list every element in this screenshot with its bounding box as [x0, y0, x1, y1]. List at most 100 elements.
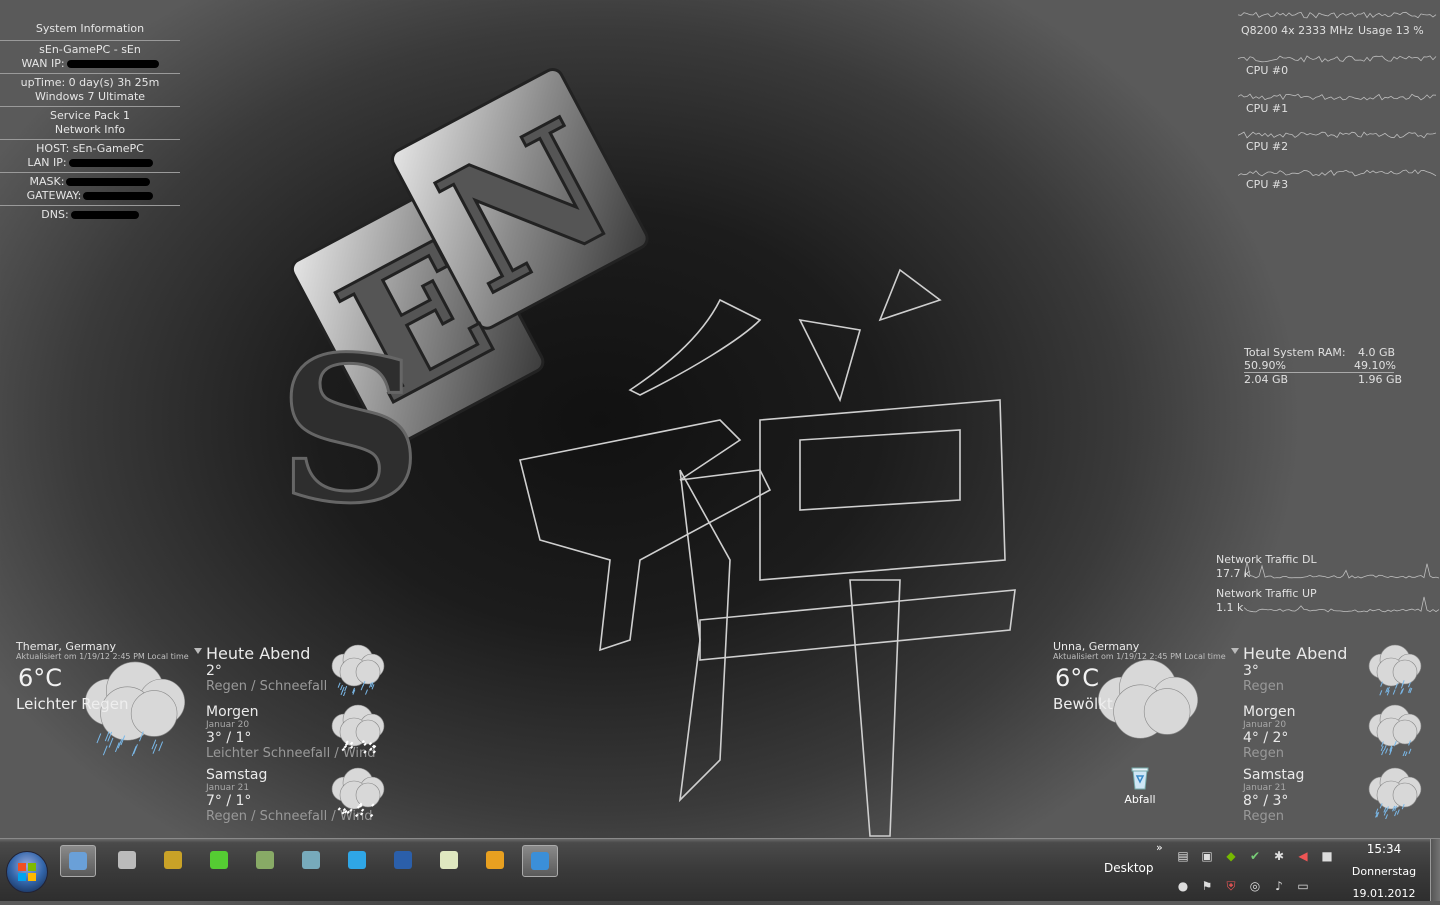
ram-pct-row: 50.90% 49.10%	[1244, 359, 1396, 373]
game-app-button[interactable]	[248, 845, 282, 875]
redacted-value	[83, 192, 154, 200]
sysinfo-title: System Information	[35, 22, 145, 35]
mediaplayer-app-button[interactable]	[478, 845, 512, 875]
ram-meter: Total System RAM: 4.0 GB 50.90% 49.10% 2…	[1244, 346, 1424, 386]
snow-cloud-icon	[331, 767, 385, 818]
lol-app-button[interactable]	[156, 845, 190, 875]
desktop-toolbar[interactable]: Desktop	[1104, 861, 1154, 875]
icq-app-button[interactable]	[202, 845, 236, 875]
divider	[0, 73, 180, 74]
shield-icon[interactable]: ⛨	[1224, 879, 1238, 893]
cloud-shape	[1368, 644, 1422, 687]
mask-label: MASK:	[29, 175, 65, 188]
precip-mark	[369, 747, 373, 751]
precip-mark	[344, 810, 348, 814]
cpu-core-label: CPU #3	[1246, 178, 1289, 191]
computer-name: sEn-GamePC - sEn	[39, 43, 141, 56]
recycle-bin[interactable]: Abfall	[1118, 766, 1162, 806]
cloud-shape	[331, 767, 385, 810]
cloud-shape	[331, 704, 385, 747]
redacted-value	[68, 159, 153, 167]
network-icon[interactable]: ▤	[1176, 849, 1190, 863]
forecast-saturday: Samstag Januar 21 7° / 1° Regen / Schnee…	[206, 767, 386, 824]
precip-mark	[1381, 749, 1385, 756]
precip-mark	[361, 740, 365, 744]
precip-mark	[369, 813, 374, 818]
precip-mark	[337, 682, 341, 688]
precip-mark	[340, 684, 343, 691]
precip-mark	[360, 808, 365, 812]
start-button[interactable]	[6, 851, 48, 893]
redacted-value	[66, 60, 159, 68]
forecast-tomorrow: Morgen Januar 20 3° / 1° Leichter Schnee…	[206, 704, 386, 761]
teamspeak-app-button[interactable]	[294, 845, 328, 875]
precip-mark	[1392, 689, 1396, 695]
weather-current-temp: 6°C	[18, 664, 63, 692]
divider	[0, 40, 180, 41]
precip-mark	[96, 733, 102, 744]
windows-logo-icon	[18, 863, 36, 881]
graph-line	[1238, 11, 1437, 19]
chevron-down-icon[interactable]	[1231, 648, 1239, 654]
ie-app-icon	[531, 852, 549, 870]
monitor-icon[interactable]: ▭	[1296, 879, 1310, 893]
tray-expand-icon[interactable]: »	[1156, 841, 1163, 854]
rain-cloud-icon	[1368, 704, 1422, 756]
svg-text:S: S	[278, 313, 422, 548]
redacted-value	[70, 211, 139, 219]
graph-line	[1238, 169, 1437, 177]
rain-cloud-icon	[331, 644, 385, 696]
flag-icon[interactable]: ⚑	[1200, 879, 1214, 893]
ram-used-pct: 50.90%	[1244, 359, 1286, 372]
weather-widget-unna[interactable]: Unna, Germany Aktualisiert om 1/19/12 2:…	[1053, 640, 1425, 832]
precip-mark	[372, 745, 377, 749]
teamspeak-app-icon	[302, 851, 320, 869]
cpu-core-3: CPU #3	[1238, 158, 1438, 196]
security-icon[interactable]: ✔	[1248, 849, 1262, 863]
clock-date: 19.01.2012	[1352, 887, 1416, 900]
water-drop-icon[interactable]: ●	[1176, 879, 1190, 893]
precip-mark	[346, 810, 351, 814]
host-name: HOST: sEn-GamePC	[36, 142, 144, 155]
rain-cloud-icon	[84, 661, 186, 757]
ie-app-button[interactable]	[522, 845, 558, 877]
precip-mark	[342, 691, 346, 696]
chevron-down-icon[interactable]	[194, 648, 202, 654]
forecast-tonight: Heute Abend 2° Regen / Schneefall	[206, 644, 386, 696]
steam-app-button[interactable]	[110, 845, 144, 875]
show-desktop-button[interactable]	[1430, 839, 1440, 901]
nvidia-icon[interactable]: ◆	[1224, 849, 1238, 863]
cpu-header: Q8200 4x 2333 MHz Usage 13 %	[1238, 4, 1438, 44]
gadget-app-button[interactable]	[60, 845, 96, 877]
ram-label: Total System RAM:	[1244, 346, 1346, 359]
device-icon[interactable]: ■	[1320, 849, 1334, 863]
precip-mark	[158, 741, 164, 752]
clock[interactable]: 15:34 Donnerstag 19.01.2012	[1346, 839, 1422, 900]
cpu-model: Q8200 4x 2333 MHz	[1241, 24, 1354, 37]
ram-used: 2.04 GB	[1244, 373, 1289, 386]
precip-mark	[349, 808, 353, 812]
divider	[0, 205, 180, 206]
photoshop-app-button[interactable]	[386, 845, 420, 875]
precip-mark	[1402, 750, 1406, 756]
skype-app-icon	[348, 851, 366, 869]
bluetooth-icon[interactable]: ✱	[1272, 849, 1286, 863]
desktop: E N S System Information sEn-GamePC - sE…	[0, 0, 1440, 838]
precip-mark	[356, 805, 361, 809]
recycle-bin-label: Abfall	[1124, 793, 1156, 806]
precip-mark	[368, 741, 373, 746]
net-up-graph	[1244, 596, 1440, 613]
weather-widget-themar[interactable]: Themar, Germany Aktualisiert om 1/19/12 …	[16, 640, 388, 832]
speaker-icon[interactable]: ♪	[1272, 879, 1286, 893]
cloud-shape	[1368, 767, 1422, 810]
os-name: Windows 7 Ultimate	[34, 90, 146, 103]
display-icon[interactable]: ▣	[1200, 849, 1214, 863]
game-app-icon	[256, 851, 274, 869]
steam-tray-icon[interactable]: ◎	[1248, 879, 1262, 893]
volume-app-icon[interactable]: ◀	[1296, 849, 1310, 863]
notepad-app-button[interactable]	[432, 845, 466, 875]
precip-mark	[363, 750, 367, 754]
redacted-value	[66, 178, 151, 186]
skype-app-button[interactable]	[340, 845, 374, 875]
forecast-tonight: Heute Abend 3° Regen	[1243, 644, 1423, 696]
